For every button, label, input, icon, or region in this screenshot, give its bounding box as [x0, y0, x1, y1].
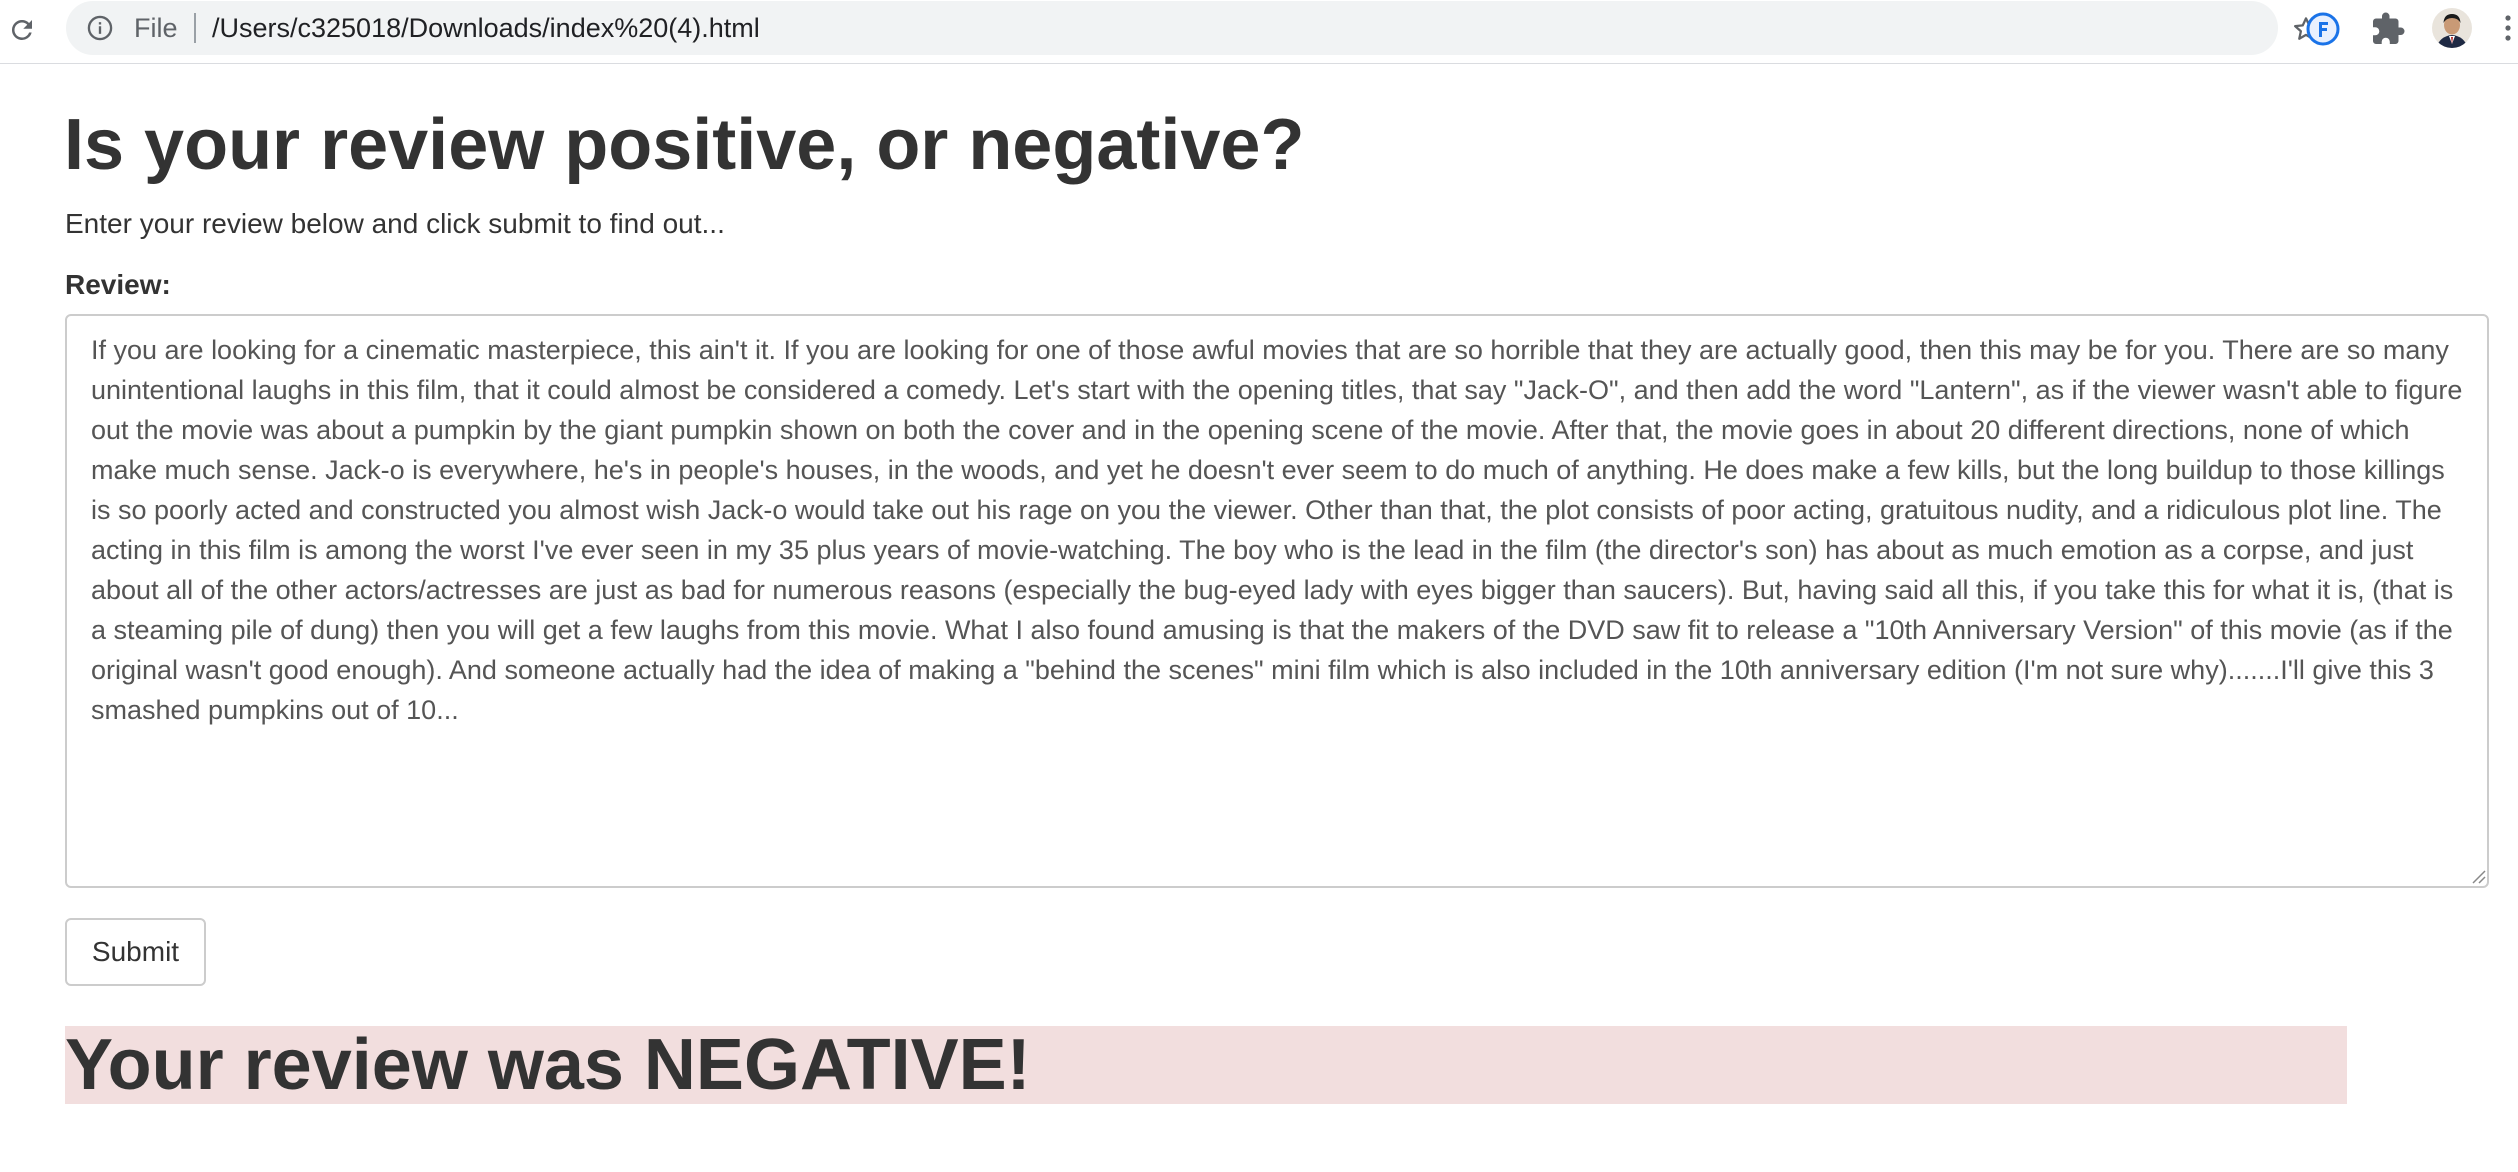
browser-toolbar: File /Users/c325018/Downloads/index%20(4…: [0, 0, 2518, 64]
address-bar[interactable]: File /Users/c325018/Downloads/index%20(4…: [66, 1, 2318, 55]
url-text[interactable]: /Users/c325018/Downloads/index%20(4).htm…: [212, 13, 760, 43]
submit-button[interactable]: Submit: [65, 918, 206, 986]
url-separator: [194, 13, 196, 43]
extension-icon[interactable]: [2305, 11, 2341, 47]
puzzle-icon[interactable]: [2370, 11, 2406, 47]
info-icon[interactable]: [86, 14, 114, 42]
menu-icon[interactable]: [2502, 10, 2514, 50]
result-banner: Your review was NEGATIVE!: [65, 1025, 2347, 1105]
url-scheme-label: File: [134, 13, 178, 43]
review-label: Review:: [65, 269, 171, 300]
result-heading: Your review was NEGATIVE!: [65, 1025, 1031, 1105]
avatar[interactable]: [2432, 8, 2472, 48]
resize-handle-icon[interactable]: [2468, 866, 2486, 884]
intro-text: Enter your review below and click submit…: [65, 208, 725, 239]
page-title: Is your review positive, or negative?: [64, 105, 1305, 185]
reload-icon[interactable]: [4, 12, 40, 48]
review-textarea[interactable]: If you are looking for a cinematic maste…: [65, 314, 2489, 888]
